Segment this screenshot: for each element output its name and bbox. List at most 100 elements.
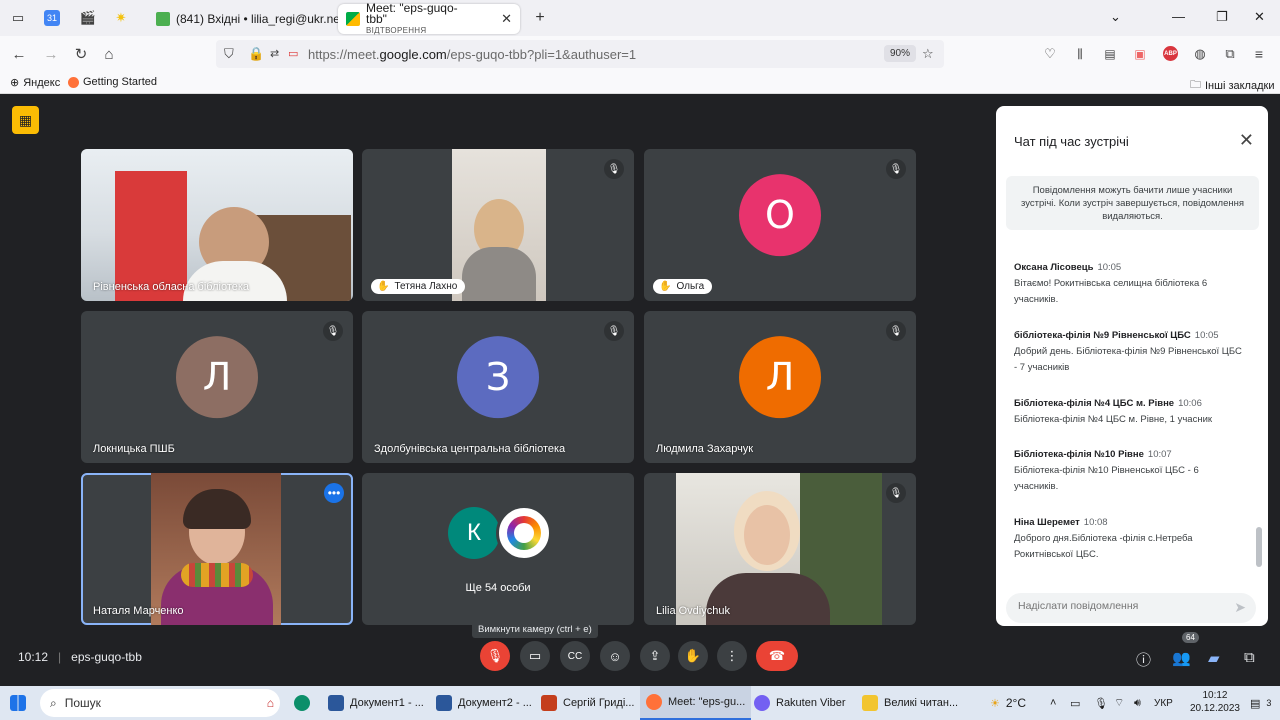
people-icon[interactable]: 👥 [1172,649,1191,667]
participant-tile[interactable]: О 🎙︎ ✋ Ольга [644,149,916,301]
chat-message: Бібліотека-філія №10 Рівне 10:07 Бібліоте… [1014,449,1244,494]
tab-meet[interactable]: Meet: "eps-guqo-tbb" ВІДТВОРЕННЯ ✕ [338,0,520,35]
vpn-icon[interactable]: ◍ [1191,45,1209,63]
chat-title: Чат під час зустрічі [1014,134,1129,149]
raise-hand-button[interactable]: ✋ [678,641,708,671]
reload-icon[interactable]: ↻ [72,45,90,63]
mail-favicon-icon [156,12,170,26]
tray-camera-icon[interactable]: ▭ [1064,686,1086,720]
chat-icon[interactable]: ▰ [1208,649,1220,667]
camera-toggle-button[interactable]: ▭ [520,641,550,671]
pocket-icon[interactable]: ♡ [1041,45,1059,63]
close-window-icon[interactable]: ✕ [1254,9,1265,25]
close-chat-icon[interactable]: ✕ [1239,130,1254,151]
back-icon[interactable]: ← [10,45,28,63]
language-indicator[interactable]: УКР [1148,686,1179,720]
bookmark-star-icon[interactable]: ☆ [922,46,934,62]
zoom-level[interactable]: 90% [884,45,917,62]
message-text: Вітаємо! Рокитнівська селищна бібліотека… [1014,278,1208,305]
other-bookmarks-label: Інші закладки [1205,79,1275,92]
taskbar-clock[interactable]: 10:12 20.12.2023 [1190,689,1240,715]
extensions-puzzle-icon[interactable]: ⧉ [1221,45,1239,63]
adblock-icon[interactable]: ABP [1163,46,1178,61]
camera-permission-icon[interactable]: ▭ [288,47,298,60]
restore-icon[interactable]: ❐ [1216,9,1228,25]
camera-off-badge-icon[interactable]: ▦ [12,106,39,134]
participant-video [676,473,882,625]
participant-tile[interactable]: Рівненська обласна бібліотека [81,149,353,301]
tab-mail[interactable]: (841) Вхідні • lilia_regi@ukr.net [148,4,351,34]
taskbar-app[interactable]: Сергій Гриді... [535,686,640,720]
participant-tile[interactable]: ••• Наталя Марченко [81,473,353,625]
more-options-icon[interactable]: ••• [324,483,344,503]
tab-meet-sublabel: ВІДТВОРЕННЯ [366,25,427,35]
shield-icon[interactable]: ⛉ [224,46,234,62]
new-tab-icon[interactable]: + [530,8,550,28]
tab-list-icon[interactable]: ▭ [8,8,28,28]
participant-tile[interactable]: Л 🎙︎ Локницька ПШБ [81,311,353,463]
participant-name: Людмила Захарчук [656,443,754,455]
address-bar[interactable]: ⛉ 🔒 ⇄ ▭ https://meet.google.com/eps-guqo… [216,40,944,68]
forward-icon[interactable]: → [42,45,60,63]
pinned-tab-star-icon[interactable]: ✷ [111,8,131,28]
mic-toggle-button[interactable]: 🎙︎ [480,641,510,671]
library-icon[interactable]: ⫼ [1071,45,1089,63]
mic-off-icon: 🎙︎ [323,321,343,341]
extension-icon[interactable]: ▣ [1131,45,1149,63]
chat-message: Ніна Шеремет 10:08 Доброго дня.Бібліотека… [1014,517,1244,562]
bookmark-getting-started[interactable]: Getting Started [68,76,157,88]
taskbar-app[interactable]: Meet: "eps-gu... [640,686,752,720]
pinned-tab-video-icon[interactable]: 🎬 [78,8,98,28]
send-icon[interactable]: ➤ [1234,599,1246,616]
home-icon[interactable]: ⌂ [100,45,118,63]
reactions-button[interactable]: ☺ [600,641,630,671]
meeting-details-icon[interactable]: ⓘ [1136,649,1151,670]
present-screen-icon: ⇪ [649,648,661,663]
chat-input-box[interactable]: ➤ [1006,593,1256,623]
taskbar-app[interactable]: Rakuten Viber [748,686,852,720]
necklace [181,563,253,587]
taskbar-app[interactable]: Документ2 - ... [430,686,538,720]
weather-widget[interactable]: ☀ 2°C [984,686,1032,720]
tray-network-icon[interactable]: ⌔ [1108,686,1130,720]
notifications-button[interactable]: ▤ 3 [1244,686,1277,720]
globe-icon: ⊕ [10,77,20,89]
taskbar-edge[interactable] [288,686,316,720]
chat-input[interactable] [1018,600,1218,612]
close-tab-icon[interactable]: ✕ [501,11,512,27]
permissions-icon[interactable]: ⇄ [270,47,279,60]
participant-tile[interactable]: 🎙︎ Lilia Ovdiychuk [644,473,916,625]
message-text: Добрий день. Бібліотека-філія №9 Рівненс… [1014,346,1242,373]
sidebar-icon[interactable]: ▤ [1101,45,1119,63]
meet-favicon-icon [346,12,360,26]
divider: | [58,650,62,664]
taskbar-search[interactable]: ⌕ Пошук ⌂ [40,689,280,717]
participant-tile[interactable]: 🎙︎ ✋ Тетяна Лахно [362,149,634,301]
meeting-code: eps-guqo-tbb [71,650,142,664]
chat-scrollbar[interactable] [1256,244,1262,574]
taskbar-app[interactable]: Документ1 - ... [322,686,430,720]
mic-off-icon: 🎙︎ [886,483,906,503]
lock-icon[interactable]: 🔒 [248,46,264,62]
tray-chevron-icon[interactable]: ˄ [1044,686,1062,720]
participant-tile[interactable]: Л 🎙︎ Людмила Захарчук [644,311,916,463]
menu-icon[interactable]: ≡ [1250,45,1268,63]
tab-meet-label: Meet: "eps-guqo-tbb" [366,0,458,26]
minimize-icon[interactable]: — [1172,9,1185,24]
participant-tile[interactable]: З 🎙︎ Здолбунівська центральна бібліотека [362,311,634,463]
pinned-tab-calendar-icon[interactable]: 31 [44,10,60,26]
present-button[interactable]: ⇪ [640,641,670,671]
other-bookmarks[interactable]: 🗀 Інші закладки [1190,76,1274,95]
others-tile[interactable]: К Ще 54 особи [362,473,634,625]
chat-scrollbar-thumb[interactable] [1256,527,1262,567]
activities-icon[interactable]: ⧉ [1244,649,1255,666]
more-options-button[interactable]: ⋮ [717,641,747,671]
taskbar-app[interactable]: Великі читан... [856,686,964,720]
bookmark-yandex[interactable]: ⊕ Яндекс [10,76,60,90]
leave-call-button[interactable]: ☎ [756,641,798,671]
tray-volume-icon[interactable]: 🔊︎ [1128,686,1147,720]
start-button[interactable] [4,686,32,720]
captions-button[interactable]: CC [560,641,590,671]
tab-overflow-icon[interactable]: ⌄ [1110,9,1121,25]
url-text[interactable]: https://meet.google.com/eps-guqo-tbb?pli… [308,47,636,62]
